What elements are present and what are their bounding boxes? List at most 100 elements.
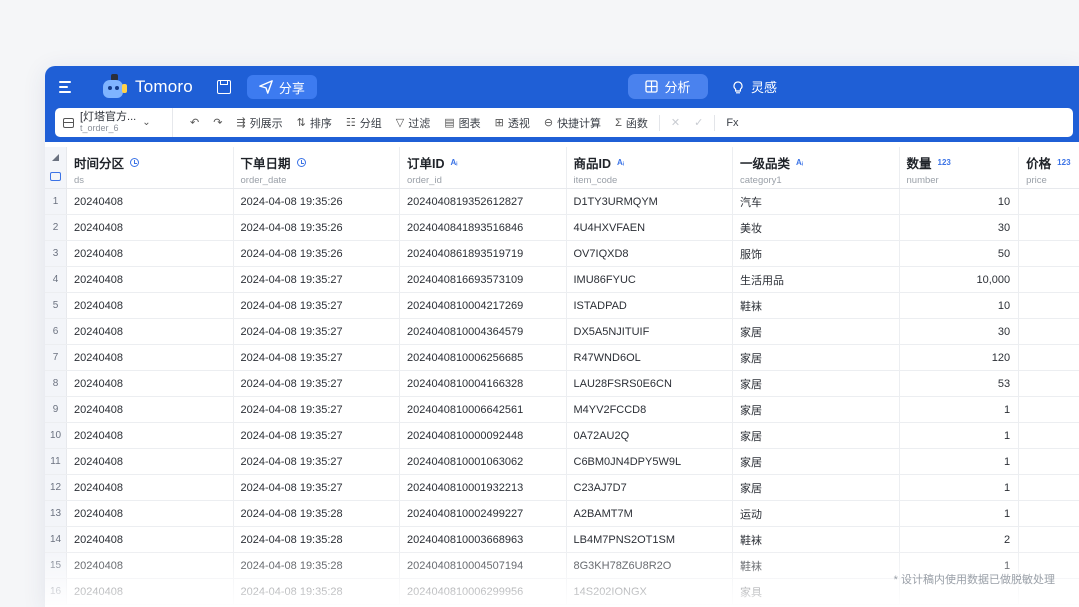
save-icon[interactable]: [216, 80, 231, 94]
table-cell[interactable]: 30: [900, 215, 1020, 240]
table-cell[interactable]: [1019, 345, 1079, 370]
table-cell[interactable]: A2BAMT7M: [567, 501, 733, 526]
table-cell[interactable]: 2024040810001063062: [400, 449, 567, 474]
table-cell[interactable]: 2024040810004217269: [400, 293, 567, 318]
row-number[interactable]: 1: [45, 189, 67, 214]
table-cell[interactable]: IMU86FYUC: [567, 267, 733, 292]
table-cell[interactable]: 1: [900, 449, 1020, 474]
function-button[interactable]: Σ 函数: [608, 112, 655, 134]
table-cell[interactable]: LAU28FSRS0E6CN: [567, 371, 733, 396]
row-number[interactable]: 12: [45, 475, 67, 500]
table-cell[interactable]: 2024040810006642561: [400, 397, 567, 422]
table-cell[interactable]: 10,000: [900, 267, 1020, 292]
table-cell[interactable]: 2024-04-08 19:35:27: [234, 475, 400, 500]
table-cell[interactable]: 2024-04-08 19:35:27: [234, 449, 400, 474]
table-cell[interactable]: 2024040810004166328: [400, 371, 567, 396]
table-cell[interactable]: DX5A5NJITUIF: [567, 319, 733, 344]
table-row[interactable]: 7 20240408 2024-04-08 19:35:27 202404081000…: [45, 345, 1079, 371]
table-cell[interactable]: 20240408: [67, 579, 234, 604]
table-cell[interactable]: 服饰: [733, 241, 900, 266]
table-cell[interactable]: 8G3KH78Z6U8R2O: [567, 553, 733, 578]
table-cell[interactable]: 20240408: [67, 267, 234, 292]
table-cell[interactable]: 2024040810004364579: [400, 319, 567, 344]
column-header-price[interactable]: 价格 123 price: [1019, 147, 1079, 188]
table-row[interactable]: 5 20240408 2024-04-08 19:35:27 202404081000…: [45, 293, 1079, 319]
table-cell[interactable]: 家居: [733, 319, 900, 344]
table-cell[interactable]: ISTADPAD: [567, 293, 733, 318]
table-cell[interactable]: 20240408: [67, 449, 234, 474]
table-cell[interactable]: 2024-04-08 19:35:27: [234, 293, 400, 318]
select-all-corner[interactable]: [45, 147, 67, 188]
table-cell[interactable]: 2024040810003668963: [400, 527, 567, 552]
row-number[interactable]: 8: [45, 371, 67, 396]
table-cell[interactable]: 家居: [733, 371, 900, 396]
table-row[interactable]: 13 20240408 2024-04-08 19:35:28 20240408100…: [45, 501, 1079, 527]
table-cell[interactable]: D1TY3URMQYM: [567, 189, 733, 214]
row-number[interactable]: 16: [45, 579, 67, 604]
table-row[interactable]: 8 20240408 2024-04-08 19:35:27 202404081000…: [45, 371, 1079, 397]
table-cell[interactable]: [1019, 241, 1079, 266]
table-cell[interactable]: 生活用品: [733, 267, 900, 292]
table-cell[interactable]: 家居: [733, 423, 900, 448]
table-cell[interactable]: LB4M7PNS2OT1SM: [567, 527, 733, 552]
column-header-ds[interactable]: 时间分区 ds: [67, 147, 234, 188]
table-cell[interactable]: 2024040810001932213: [400, 475, 567, 500]
table-cell[interactable]: [1019, 423, 1079, 448]
table-cell[interactable]: 2024040810004507194: [400, 553, 567, 578]
share-button[interactable]: 分享: [246, 75, 317, 99]
table-cell[interactable]: 2024-04-08 19:35:27: [234, 371, 400, 396]
table-cell[interactable]: 2: [900, 527, 1020, 552]
table-cell[interactable]: [1019, 189, 1079, 214]
chart-button[interactable]: ▤ 图表: [437, 112, 487, 134]
group-button[interactable]: ☷ 分组: [339, 112, 389, 134]
menu-icon[interactable]: [59, 77, 79, 97]
table-cell[interactable]: [1019, 397, 1079, 422]
table-cell[interactable]: 2024-04-08 19:35:27: [234, 267, 400, 292]
table-cell[interactable]: M4YV2FCCD8: [567, 397, 733, 422]
table-cell[interactable]: 汽车: [733, 189, 900, 214]
table-cell[interactable]: 2024-04-08 19:35:27: [234, 319, 400, 344]
row-number[interactable]: 3: [45, 241, 67, 266]
column-header-order-date[interactable]: 下单日期 order_date: [234, 147, 400, 188]
column-header-order-id[interactable]: 订单ID Aᵢ order_id: [400, 147, 567, 188]
table-cell[interactable]: 2024-04-08 19:35:28: [234, 579, 400, 604]
table-cell[interactable]: 20240408: [67, 397, 234, 422]
table-cell[interactable]: 家具: [733, 579, 900, 604]
table-cell[interactable]: [1019, 449, 1079, 474]
table-cell[interactable]: [1019, 267, 1079, 292]
pivot-button[interactable]: ⊞ 透视: [488, 112, 537, 134]
table-cell[interactable]: 20240408: [67, 241, 234, 266]
table-cell[interactable]: [1019, 319, 1079, 344]
table-row[interactable]: 12 20240408 2024-04-08 19:35:27 20240408100…: [45, 475, 1079, 501]
table-cell[interactable]: 家居: [733, 397, 900, 422]
table-cell[interactable]: 鞋袜: [733, 553, 900, 578]
quick-calc-button[interactable]: ⊖ 快捷计算: [537, 112, 608, 134]
row-number[interactable]: 7: [45, 345, 67, 370]
row-number[interactable]: 4: [45, 267, 67, 292]
table-cell[interactable]: 50: [900, 241, 1020, 266]
table-cell[interactable]: C23AJ7D7: [567, 475, 733, 500]
table-cell[interactable]: [1019, 527, 1079, 552]
table-cell[interactable]: 2024-04-08 19:35:27: [234, 423, 400, 448]
column-header-item-code[interactable]: 商品ID Aᵢ item_code: [567, 147, 733, 188]
table-cell[interactable]: 20240408: [67, 293, 234, 318]
table-row[interactable]: 9 20240408 2024-04-08 19:35:27 202404081000…: [45, 397, 1079, 423]
table-cell[interactable]: [1019, 475, 1079, 500]
table-cell[interactable]: 2024-04-08 19:35:26: [234, 215, 400, 240]
table-cell[interactable]: 4U4HXVFAEN: [567, 215, 733, 240]
table-cell[interactable]: 1: [900, 423, 1020, 448]
table-cell[interactable]: 120: [900, 345, 1020, 370]
table-cell[interactable]: 1: [900, 475, 1020, 500]
table-cell[interactable]: 1: [900, 397, 1020, 422]
table-cell[interactable]: [1019, 293, 1079, 318]
table-cell[interactable]: 14S202IONGX: [567, 579, 733, 604]
table-cell[interactable]: 20240408: [67, 189, 234, 214]
table-cell[interactable]: 1: [900, 501, 1020, 526]
table-cell[interactable]: 20240408: [67, 345, 234, 370]
table-cell[interactable]: 20240408: [67, 475, 234, 500]
table-cell[interactable]: 2024-04-08 19:35:28: [234, 553, 400, 578]
table-cell[interactable]: 20240408: [67, 553, 234, 578]
table-row[interactable]: 10 20240408 2024-04-08 19:35:27 20240408100…: [45, 423, 1079, 449]
table-cell[interactable]: [1019, 501, 1079, 526]
table-cell[interactable]: 2024-04-08 19:35:28: [234, 501, 400, 526]
